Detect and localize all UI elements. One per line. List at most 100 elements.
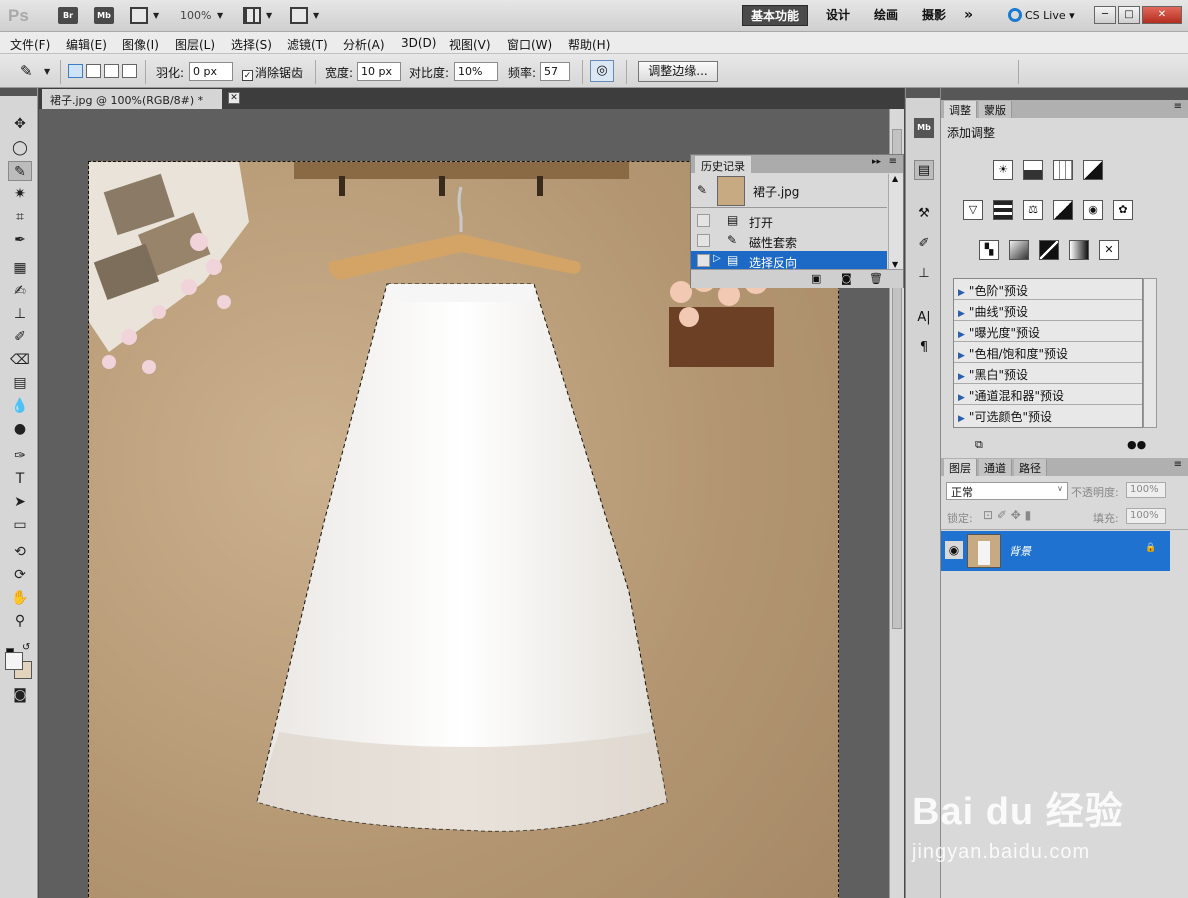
document-tab[interactable]: 裙子.jpg @ 100%(RGB/8#) * ✕: [42, 89, 240, 109]
new-document-from-state-icon[interactable]: ▣: [811, 272, 821, 285]
menu-window[interactable]: 窗口(W): [507, 36, 552, 53]
tab-layers[interactable]: 图层: [944, 459, 977, 476]
crop-tool-icon[interactable]: ⌗: [8, 207, 32, 227]
intersect-selection-mode[interactable]: [122, 64, 137, 78]
vibrance-icon[interactable]: ▽: [963, 200, 983, 220]
history-brush-source[interactable]: [697, 214, 710, 227]
zoom-tool-icon[interactable]: ⚲: [8, 611, 32, 631]
brightness-contrast-icon[interactable]: ☀: [993, 160, 1013, 180]
layer-background[interactable]: ◉ 背景 🔒: [941, 531, 1170, 571]
pen-tool-icon[interactable]: ✑: [8, 446, 32, 466]
refine-edge-button[interactable]: 调整边缘...: [638, 61, 718, 82]
eye-icon[interactable]: ◉: [945, 541, 963, 559]
threshold-icon[interactable]: [1039, 240, 1059, 260]
cs-live-button[interactable]: CS Live ▾: [1008, 8, 1075, 22]
channel-mixer-icon[interactable]: ✿: [1113, 200, 1133, 220]
magic-wand-tool-icon[interactable]: ✷: [8, 184, 32, 204]
feather-input[interactable]: 0 px: [189, 62, 233, 81]
panel-menu-icon[interactable]: ≡: [889, 156, 897, 167]
add-selection-mode[interactable]: [86, 64, 101, 78]
new-selection-mode[interactable]: [68, 64, 83, 78]
preset-curves[interactable]: ▶ "曲线"预设: [954, 300, 1142, 321]
history-scrollbar[interactable]: ▲ ▼: [888, 174, 903, 269]
move-tool-icon[interactable]: ✥: [8, 114, 32, 134]
clone-source-icon[interactable]: ⊥: [914, 264, 934, 284]
bridge-button[interactable]: Br: [58, 7, 78, 24]
screen-mode-icon[interactable]: [290, 7, 308, 24]
preset-selective-color[interactable]: ▶ "可选颜色"预设: [954, 405, 1142, 426]
brush-tool-icon[interactable]: ✍: [8, 281, 32, 301]
color-balance-icon[interactable]: ⚖: [1023, 200, 1043, 220]
posterize-icon[interactable]: [1009, 240, 1029, 260]
preset-channel-mixer[interactable]: ▶ "通道混和器"预设: [954, 384, 1142, 405]
tab-adjustments[interactable]: 调整: [944, 101, 977, 118]
lock-transparent-icon[interactable]: ⊡ ✐ ✥ ▮: [983, 508, 1031, 522]
history-brush-tool-icon[interactable]: ✐: [8, 327, 32, 347]
brushes-panel-icon[interactable]: ✐: [914, 234, 934, 254]
preset-hue-saturation[interactable]: ▶ "色相/饱和度"预设: [954, 342, 1142, 363]
marquee-tool-icon[interactable]: ◯: [8, 138, 32, 158]
hue-saturation-icon[interactable]: [993, 200, 1013, 220]
invert-icon[interactable]: ▚: [979, 240, 999, 260]
menu-select[interactable]: 选择(S): [231, 36, 272, 53]
blend-mode-select[interactable]: 正常 ∨: [946, 482, 1068, 500]
gradient-tool-icon[interactable]: ▤: [8, 373, 32, 393]
rectangle-tool-icon[interactable]: ▭: [8, 515, 32, 535]
swap-colors-icon[interactable]: ↺: [22, 642, 30, 653]
workspace-photography[interactable]: 摄影: [914, 5, 954, 26]
clip-to-layer-icon[interactable]: ⧉: [975, 438, 983, 452]
tool-presets-icon[interactable]: ⚒: [914, 204, 934, 224]
healing-brush-tool-icon[interactable]: ▦: [8, 258, 32, 278]
character-panel-icon[interactable]: A|: [914, 308, 934, 328]
minibridge-button[interactable]: Mb: [94, 7, 114, 24]
photo-filter-icon[interactable]: ◉: [1083, 200, 1103, 220]
antialias-checkbox[interactable]: ✓ 消除锯齿: [242, 64, 303, 81]
tab-paths[interactable]: 路径: [1014, 459, 1047, 476]
3d-rotate-tool-icon[interactable]: ⟲: [8, 542, 32, 562]
black-white-icon[interactable]: [1053, 200, 1073, 220]
history-panel-icon[interactable]: ▤: [914, 160, 934, 180]
collapse-icon[interactable]: ▸▸: [872, 157, 881, 167]
contrast-input[interactable]: 10%: [454, 62, 498, 81]
close-tab-icon[interactable]: ✕: [228, 92, 240, 104]
tab-masks[interactable]: 蒙版: [979, 101, 1012, 118]
3d-orbit-tool-icon[interactable]: ⟳: [8, 565, 32, 585]
menu-help[interactable]: 帮助(H): [568, 36, 610, 53]
presets-scrollbar[interactable]: [1143, 278, 1157, 428]
curves-icon[interactable]: [1053, 160, 1073, 180]
zoom-level[interactable]: 100%: [180, 9, 211, 22]
workspace-painting[interactable]: 绘画: [866, 5, 906, 26]
preset-exposure[interactable]: ▶ "曝光度"预设: [954, 321, 1142, 342]
menu-image[interactable]: 图像(I): [122, 36, 159, 53]
history-brush-source[interactable]: [697, 254, 710, 267]
panel-menu-icon[interactable]: ≡: [1174, 459, 1182, 470]
panel-grip[interactable]: [941, 88, 1188, 100]
subtract-selection-mode[interactable]: [104, 64, 119, 78]
scroll-down-icon[interactable]: ▼: [892, 260, 898, 269]
levels-icon[interactable]: [1023, 160, 1043, 180]
blur-tool-icon[interactable]: 💧: [8, 396, 32, 416]
menu-file[interactable]: 文件(F): [10, 36, 50, 53]
menu-layer[interactable]: 图层(L): [175, 36, 215, 53]
clone-stamp-tool-icon[interactable]: ⊥: [8, 304, 32, 324]
new-snapshot-icon[interactable]: ◙: [841, 272, 852, 285]
history-brush-source[interactable]: [697, 234, 710, 247]
close-button[interactable]: ✕: [1142, 6, 1182, 24]
type-tool-icon[interactable]: T: [8, 469, 32, 489]
quick-mask-icon[interactable]: ◙: [8, 685, 32, 705]
opacity-input[interactable]: 100%: [1126, 482, 1166, 498]
tab-history[interactable]: 历史记录: [695, 156, 751, 173]
gradient-map-icon[interactable]: [1069, 240, 1089, 260]
foreground-color-swatch[interactable]: [5, 652, 23, 670]
workspace-essentials[interactable]: 基本功能: [742, 5, 809, 26]
lasso-tool-icon[interactable]: ✎: [8, 161, 32, 181]
path-selection-tool-icon[interactable]: ➤: [8, 492, 32, 512]
panel-grip[interactable]: [906, 88, 940, 98]
trash-icon[interactable]: 🗑: [869, 272, 883, 285]
minimize-button[interactable]: ─: [1094, 6, 1116, 24]
fill-input[interactable]: 100%: [1126, 508, 1166, 524]
selective-color-icon[interactable]: ✕: [1099, 240, 1119, 260]
scroll-up-icon[interactable]: ▲: [892, 174, 898, 183]
frequency-input[interactable]: 57: [540, 62, 570, 81]
workspace-design[interactable]: 设计: [818, 5, 858, 26]
